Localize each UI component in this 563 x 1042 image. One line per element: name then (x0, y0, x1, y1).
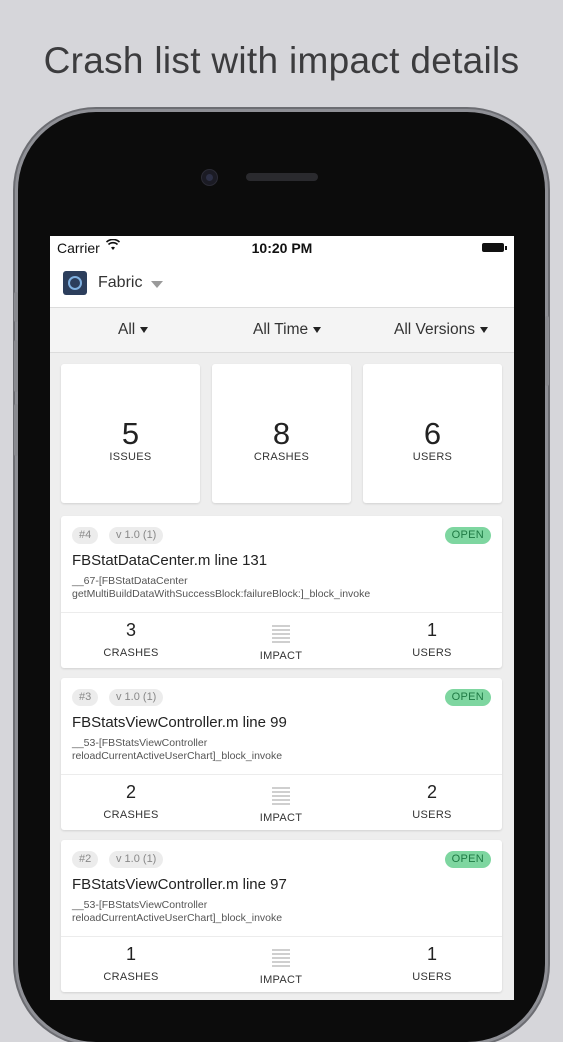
impact-icon (272, 949, 290, 967)
stat-issues[interactable]: 5 ISSUES (61, 364, 200, 503)
metric-label: CRASHES (103, 809, 159, 821)
metric-value: 2 (125, 782, 136, 802)
metric-users: 2 USERS (372, 782, 492, 821)
impact-icon (272, 787, 290, 805)
status-badge: OPEN (444, 851, 491, 868)
power-button (545, 316, 549, 386)
app-bar: Fabric (50, 258, 514, 308)
stat-label: ISSUES (109, 451, 152, 463)
metric-label: USERS (412, 971, 452, 983)
impact-label: IMPACT (259, 812, 303, 824)
issue-title: FBStatsViewController.m line 99 (72, 714, 287, 731)
stat-label: USERS (412, 451, 453, 463)
issue-card[interactable]: #2 v 1.0 (1) OPEN FBStatsViewController.… (61, 840, 502, 992)
metric-value: 3 (125, 620, 136, 640)
issue-number-badge: #4 (72, 527, 99, 544)
fabric-logo-icon[interactable] (63, 271, 87, 295)
caret-down-icon (479, 327, 488, 333)
filter-issue-type[interactable]: All (118, 321, 149, 339)
filter-label: All (118, 321, 136, 338)
metric-label: CRASHES (103, 971, 159, 983)
metric-value: 2 (426, 782, 437, 802)
filter-time-range[interactable]: All Time (253, 321, 322, 339)
stat-value: 8 (272, 416, 291, 451)
impact-icon (272, 625, 290, 643)
issue-subtitle: __67-[FBStatDataCenter getMultiBuildData… (72, 575, 492, 601)
earpiece-speaker (246, 173, 318, 181)
phone-screen: Carrier 10:20 PM Fabric All All Time All… (50, 236, 514, 1000)
divider (61, 774, 502, 775)
metric-crashes: 3 CRASHES (71, 620, 191, 659)
issue-subtitle: __53-[FBStatsViewController reloadCurren… (72, 899, 492, 925)
mute-switch (14, 292, 18, 322)
status-time: 10:20 PM (251, 240, 313, 256)
issue-number-badge: #2 (72, 851, 99, 868)
metric-label: USERS (412, 647, 452, 659)
caret-down-icon (313, 327, 322, 333)
metric-value: 1 (426, 620, 437, 640)
headline: Crash list with impact details (43, 40, 520, 81)
issue-subtitle-line: getMultiBuildDataWithSuccessBlock:failur… (72, 588, 371, 600)
stat-users[interactable]: 6 USERS (363, 364, 502, 503)
stat-value: 5 (121, 416, 140, 451)
metric-value: 1 (125, 944, 136, 964)
stat-crashes[interactable]: 8 CRASHES (212, 364, 351, 503)
battery-icon (482, 243, 507, 252)
status-badge: OPEN (444, 689, 491, 706)
impact-label: IMPACT (259, 974, 303, 986)
version-badge: v 1.0 (1) (109, 851, 164, 868)
volume-up-button (14, 340, 18, 392)
filter-version[interactable]: All Versions (394, 321, 488, 339)
issue-subtitle-line: __67-[FBStatDataCenter (72, 575, 188, 587)
issue-subtitle-line: reloadCurrentActiveUserChart]_block_invo… (72, 912, 283, 924)
caret-down-icon (140, 327, 149, 333)
divider (61, 936, 502, 937)
filter-label: All Versions (394, 321, 475, 338)
stat-value: 6 (423, 416, 442, 451)
issue-card[interactable]: #4 v 1.0 (1) OPEN FBStatDataCenter.m lin… (61, 516, 502, 668)
issue-card[interactable]: #3 v 1.0 (1) OPEN FBStatsViewController.… (61, 678, 502, 830)
issue-title: FBStatDataCenter.m line 131 (72, 552, 268, 569)
status-bar: Carrier 10:20 PM (50, 236, 514, 258)
volume-down-button (14, 404, 18, 456)
front-camera (201, 169, 218, 186)
issue-subtitle-line: reloadCurrentActiveUserChart]_block_invo… (72, 750, 283, 762)
issue-title: FBStatsViewController.m line 97 (72, 876, 287, 893)
metric-users: 1 USERS (372, 620, 492, 659)
issue-subtitle-line: __53-[FBStatsViewController (72, 899, 208, 911)
status-badge: OPEN (444, 527, 491, 544)
issue-number-badge: #3 (72, 689, 99, 706)
stat-label: CRASHES (253, 451, 310, 463)
impact-label: IMPACT (259, 650, 303, 662)
version-badge: v 1.0 (1) (109, 689, 164, 706)
caret-down-icon[interactable] (151, 281, 163, 288)
filter-bar: All All Time All Versions (50, 308, 514, 353)
metric-users: 1 USERS (372, 944, 492, 983)
app-name[interactable]: Fabric (98, 274, 142, 292)
metric-label: CRASHES (103, 647, 159, 659)
metric-crashes: 2 CRASHES (71, 782, 191, 821)
metric-label: USERS (412, 809, 452, 821)
version-badge: v 1.0 (1) (109, 527, 164, 544)
metric-crashes: 1 CRASHES (71, 944, 191, 983)
issue-subtitle: __53-[FBStatsViewController reloadCurren… (72, 737, 492, 763)
metric-value: 1 (426, 944, 437, 964)
divider (61, 612, 502, 613)
filter-label: All Time (253, 321, 309, 338)
issue-subtitle-line: __53-[FBStatsViewController (72, 737, 208, 749)
